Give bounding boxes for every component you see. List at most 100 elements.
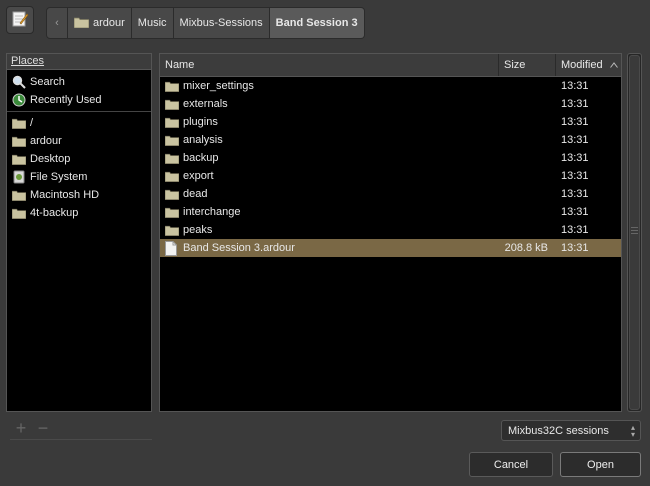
place-desktop[interactable]: Desktop <box>7 150 151 168</box>
document-icon <box>165 240 179 256</box>
file-row[interactable]: backup 13:31 <box>160 149 621 167</box>
breadcrumb-ardour[interactable]: ardour <box>68 7 132 39</box>
folder-icon <box>12 188 26 202</box>
open-label: Open <box>587 458 614 471</box>
recent-icon <box>12 93 26 107</box>
folder-icon <box>73 16 90 31</box>
breadcrumb-label: Band Session 3 <box>275 17 358 29</box>
file-row[interactable]: externals 13:31 <box>160 95 621 113</box>
file-modified: 13:31 <box>561 170 589 182</box>
breadcrumb-label: ardour <box>93 17 125 29</box>
file-name: export <box>183 170 214 182</box>
place-label: ardour <box>30 135 62 147</box>
breadcrumb-label: Music <box>137 17 167 29</box>
place-label: 4t-backup <box>30 207 79 219</box>
place-recently-used[interactable]: Recently Used <box>7 91 151 109</box>
place-4t-backup[interactable]: 4t-backup <box>7 204 151 222</box>
edit-location-button[interactable] <box>6 6 34 34</box>
place-label: File System <box>30 171 88 183</box>
place-ardour[interactable]: ardour <box>7 132 151 150</box>
filter-selected-label: Mixbus32C sessions <box>508 424 609 437</box>
file-name: analysis <box>183 134 223 146</box>
place-macintosh-hd[interactable]: Macintosh HD <box>7 186 151 204</box>
file-name: Band Session 3.ardour <box>183 242 295 254</box>
file-name: peaks <box>183 224 213 236</box>
breadcrumb-back-button[interactable]: ‹ <box>46 7 68 39</box>
file-name-cell: Band Session 3.ardour <box>160 240 499 256</box>
file-name: mixer_settings <box>183 80 254 92</box>
open-button[interactable]: Open <box>560 452 641 477</box>
scrollbar-grip <box>631 233 638 234</box>
folder-icon <box>12 206 26 220</box>
remove-place-button[interactable]: − <box>32 418 54 439</box>
place-search[interactable]: Search <box>7 73 151 91</box>
file-name-cell: export <box>160 169 499 183</box>
file-row[interactable]: plugins 13:31 <box>160 113 621 131</box>
updown-arrows-icon: ▴ ▾ <box>630 423 635 439</box>
place-root[interactable]: / <box>7 114 151 132</box>
folder-icon <box>165 79 179 93</box>
places-header[interactable]: Places <box>7 54 151 70</box>
file-list-header: Name Size Modified <box>160 54 621 77</box>
breadcrumb: ‹ ardour Music Mixbus-Sessions Band Sess… <box>46 7 365 39</box>
file-modified: 13:31 <box>561 188 589 200</box>
folder-icon <box>165 151 179 165</box>
file-name-cell: dead <box>160 187 499 201</box>
place-label: Recently Used <box>30 94 102 106</box>
file-modified: 13:31 <box>561 134 589 146</box>
add-place-button[interactable]: + <box>10 418 32 439</box>
scrollbar-grip <box>631 230 638 231</box>
column-header-modified[interactable]: Modified <box>556 54 621 76</box>
scrollbar-grip <box>631 227 638 228</box>
file-rows: mixer_settings 13:31 externals 13:31 plugins… <box>160 77 621 257</box>
folder-icon <box>12 134 26 148</box>
file-name-cell: plugins <box>160 115 499 129</box>
pencil-notepad-icon <box>11 10 29 31</box>
file-name-cell: peaks <box>160 223 499 237</box>
file-modified: 13:31 <box>561 224 589 236</box>
file-name-cell: interchange <box>160 205 499 219</box>
file-list: Name Size Modified mixer_settings 13:31 ex… <box>159 53 622 412</box>
file-modified: 13:31 <box>561 80 589 92</box>
folder-icon <box>165 115 179 129</box>
column-header-size[interactable]: Size <box>499 54 556 76</box>
file-modified: 13:31 <box>561 242 589 254</box>
breadcrumb-band-session-3[interactable]: Band Session 3 <box>269 7 365 39</box>
file-name-cell: backup <box>160 151 499 165</box>
file-name-cell: mixer_settings <box>160 79 499 93</box>
filesystem-icon <box>12 170 26 184</box>
folder-icon <box>12 152 26 166</box>
place-file-system[interactable]: File System <box>7 168 151 186</box>
file-row[interactable]: Band Session 3.ardour 208.8 kB 13:31 <box>160 239 621 257</box>
places-add-remove: + − <box>10 418 152 440</box>
file-type-filter-select[interactable]: Mixbus32C sessions ▴ ▾ <box>501 420 641 441</box>
place-label: / <box>30 117 34 129</box>
file-name: dead <box>183 188 208 200</box>
file-modified: 13:31 <box>561 152 589 164</box>
file-name: interchange <box>183 206 241 218</box>
chevron-left-icon: ‹ <box>55 17 59 29</box>
file-size: 208.8 kB <box>504 242 548 254</box>
search-icon <box>12 75 26 89</box>
cancel-button[interactable]: Cancel <box>469 452 553 477</box>
file-row[interactable]: peaks 13:31 <box>160 221 621 239</box>
file-modified: 13:31 <box>561 116 589 128</box>
file-name: externals <box>183 98 228 110</box>
file-row[interactable]: export 13:31 <box>160 167 621 185</box>
file-name-cell: externals <box>160 97 499 111</box>
place-label: Macintosh HD <box>30 189 100 201</box>
file-row[interactable]: mixer_settings 13:31 <box>160 77 621 95</box>
place-label: Desktop <box>30 153 71 165</box>
folder-icon <box>165 205 179 219</box>
column-header-name[interactable]: Name <box>160 54 499 76</box>
file-row[interactable]: interchange 13:31 <box>160 203 621 221</box>
breadcrumb-music[interactable]: Music <box>131 7 174 39</box>
file-row[interactable]: dead 13:31 <box>160 185 621 203</box>
places-divider <box>7 111 151 112</box>
cancel-label: Cancel <box>493 458 529 471</box>
breadcrumb-mixbus-sessions[interactable]: Mixbus-Sessions <box>173 7 270 39</box>
file-name: plugins <box>183 116 218 128</box>
sort-ascending-icon <box>609 59 618 71</box>
file-row[interactable]: analysis 13:31 <box>160 131 621 149</box>
folder-icon <box>165 169 179 183</box>
